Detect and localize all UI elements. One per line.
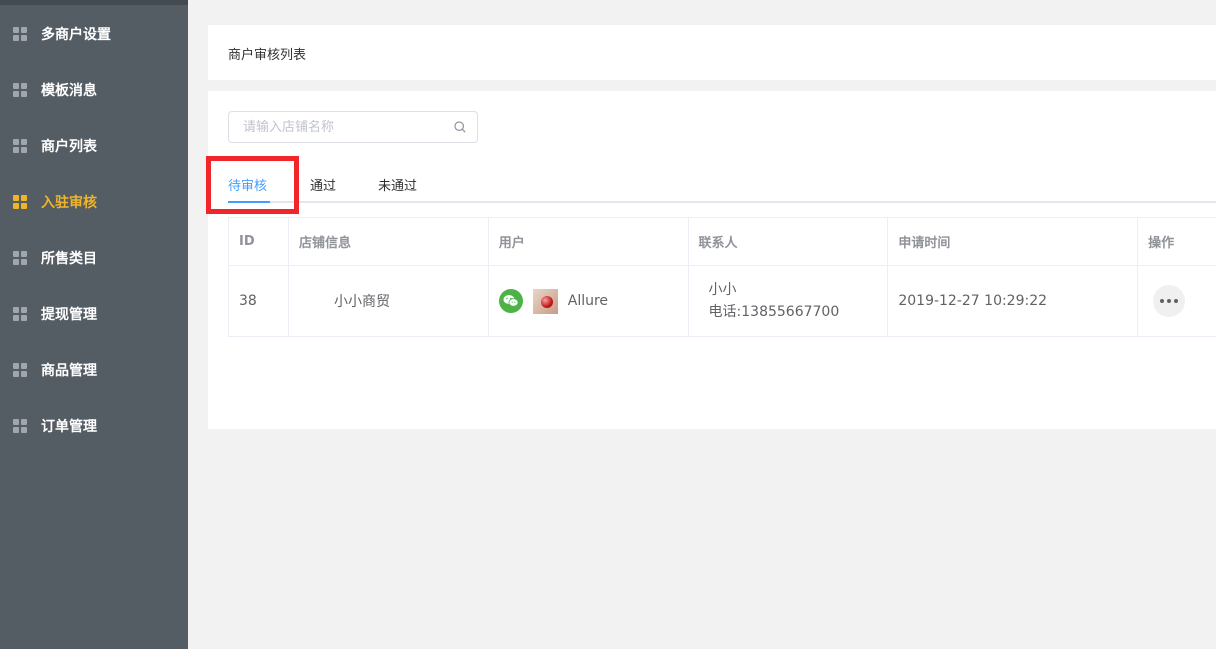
- sidebar-item-label: 所售类目: [41, 251, 97, 267]
- cell-contact: 小小 电话:13855667700: [689, 266, 889, 336]
- avatar: [532, 288, 558, 314]
- sidebar-item-label: 商品管理: [41, 363, 97, 379]
- cell-actions: [1138, 266, 1216, 336]
- grid-icon: [13, 83, 27, 97]
- wechat-icon: [498, 289, 523, 313]
- sidebar-item-orders[interactable]: 订单管理: [0, 398, 188, 454]
- sidebar-item-label: 订单管理: [41, 419, 97, 435]
- table-header-row: ID 店铺信息 用户 联系人 申请时间 操作: [229, 218, 1216, 266]
- tab-active-indicator: [228, 201, 270, 203]
- sidebar-item-label: 提现管理: [41, 307, 97, 323]
- table-row: 38 小小商贸 Allure 小小 电话:13855667700 2019-12…: [229, 266, 1216, 337]
- cell-time: 2019-12-27 10:29:22: [888, 266, 1139, 336]
- sidebar-item-label: 多商户设置: [41, 27, 111, 43]
- sidebar: 多商户设置 模板消息 商户列表 入驻审核 所售类目 提现管理 商品管理 订单管理: [0, 0, 188, 649]
- tab-label: 通过: [310, 179, 337, 194]
- grid-icon: [13, 195, 27, 209]
- grid-icon: [13, 419, 27, 433]
- sidebar-item-products[interactable]: 商品管理: [0, 342, 188, 398]
- cell-id: 38: [229, 266, 289, 336]
- tab-approved[interactable]: 通过: [310, 175, 336, 194]
- grid-icon: [13, 307, 27, 321]
- tab-pending[interactable]: 待审核: [228, 175, 267, 194]
- main-panel: 待审核 通过 未通过 ID 店铺信息 用户 联系人 申请时间 操作 38 小小商…: [206, 91, 1216, 429]
- contact-info: 小小 电话:13855667700: [699, 279, 840, 323]
- shop-name: 小小商贸: [333, 294, 390, 310]
- page-header: 商户审核列表: [208, 25, 1216, 80]
- grid-icon: [13, 251, 27, 265]
- grid-icon: [13, 139, 27, 153]
- column-header-time: 申请时间: [888, 218, 1139, 265]
- column-header-contact: 联系人: [689, 218, 889, 265]
- status-tabs: 待审核 通过 未通过: [206, 156, 1216, 214]
- sidebar-item-label: 模板消息: [41, 83, 97, 99]
- search-box[interactable]: [228, 111, 478, 143]
- sidebar-item-withdrawals[interactable]: 提现管理: [0, 286, 188, 342]
- contact-phone: 电话:13855667700: [708, 304, 840, 320]
- tab-rejected[interactable]: 未通过: [378, 175, 417, 194]
- column-header-actions: 操作: [1148, 236, 1175, 251]
- sidebar-item-categories[interactable]: 所售类目: [0, 230, 188, 286]
- cell-user: Allure: [489, 266, 689, 336]
- sidebar-item-label: 入驻审核: [41, 195, 97, 211]
- sidebar-item-merchant-list[interactable]: 商户列表: [0, 118, 188, 174]
- column-header-shop: 店铺信息: [289, 218, 489, 265]
- sidebar-item-template-messages[interactable]: 模板消息: [0, 62, 188, 118]
- more-icon[interactable]: [1153, 285, 1186, 317]
- user-name: Allure: [567, 293, 609, 309]
- contact-name: 小小: [708, 282, 737, 298]
- sidebar-item-entry-review[interactable]: 入驻审核: [0, 174, 188, 230]
- tab-label: 待审核: [228, 179, 268, 194]
- page-title: 商户审核列表: [228, 48, 307, 63]
- cell-shop: 小小商贸: [289, 266, 489, 336]
- grid-icon: [13, 27, 27, 41]
- search-icon[interactable]: [454, 121, 466, 133]
- column-header-user: 用户: [489, 218, 689, 265]
- grid-icon: [13, 363, 27, 377]
- sidebar-item-multi-merchant-settings[interactable]: 多商户设置: [0, 6, 188, 62]
- sidebar-item-label: 商户列表: [41, 139, 97, 155]
- merchant-review-table: ID 店铺信息 用户 联系人 申请时间 操作 38 小小商贸 Allure 小小…: [228, 217, 1216, 337]
- sidebar-topbar: [0, 0, 188, 5]
- tab-label: 未通过: [378, 179, 418, 194]
- column-header-id: ID: [229, 218, 289, 265]
- search-input[interactable]: [243, 112, 443, 142]
